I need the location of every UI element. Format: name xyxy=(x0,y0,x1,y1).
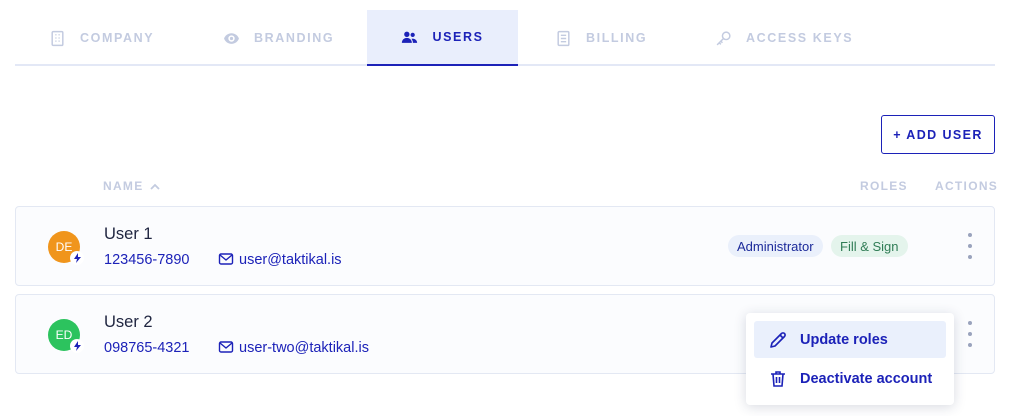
tab-label: ACCESS KEYS xyxy=(746,31,854,45)
dot-icon xyxy=(968,343,972,347)
user-email[interactable]: user-two@taktikal.is xyxy=(239,340,369,356)
dot-icon xyxy=(968,255,972,259)
building-icon xyxy=(51,30,64,46)
key-icon xyxy=(716,30,731,45)
update-roles-menu-item[interactable]: Update roles xyxy=(754,321,946,358)
bolt-icon xyxy=(70,339,84,353)
column-header-roles: ROLES xyxy=(860,179,908,193)
document-icon xyxy=(557,30,570,46)
user-phone[interactable]: 098765-4321 xyxy=(104,340,189,356)
deactivate-account-menu-item[interactable]: Deactivate account xyxy=(754,360,946,397)
pencil-icon xyxy=(770,331,786,348)
table-row: DE User 1 123456-7890 user@taktikal.is A… xyxy=(15,206,995,286)
actions-menu: Update roles Deactivate account xyxy=(746,313,954,405)
tab-branding[interactable]: BRANDING xyxy=(223,10,334,66)
role-badge-fill-sign: Fill & Sign xyxy=(831,235,908,257)
column-header-name[interactable]: NAME xyxy=(103,179,160,193)
dot-icon xyxy=(968,332,972,336)
column-header-name-label: NAME xyxy=(103,179,144,193)
tab-users[interactable]: USERS xyxy=(367,10,518,66)
user-name: User 1 xyxy=(104,225,153,243)
dot-icon xyxy=(968,233,972,237)
mail-icon xyxy=(218,253,234,265)
dot-icon xyxy=(968,321,972,325)
chevron-up-icon xyxy=(149,183,160,190)
dot-icon xyxy=(968,244,972,248)
column-header-actions: ACTIONS xyxy=(935,179,999,193)
user-name: User 2 xyxy=(104,313,153,331)
users-icon xyxy=(402,31,418,43)
mail-icon xyxy=(218,341,234,353)
trash-icon xyxy=(771,370,785,387)
role-badge-administrator: Administrator xyxy=(728,235,823,257)
more-actions-button[interactable] xyxy=(962,231,978,261)
tab-label: COMPANY xyxy=(80,31,155,45)
user-phone[interactable]: 123456-7890 xyxy=(104,252,189,268)
tab-label: BRANDING xyxy=(254,31,335,45)
more-actions-button[interactable] xyxy=(962,319,978,349)
menu-item-label: Deactivate account xyxy=(800,370,933,387)
tab-company[interactable]: COMPANY xyxy=(49,10,154,66)
eye-icon xyxy=(224,32,239,44)
settings-tabs: COMPANY BRANDING USERS BILLING ACCESS KE… xyxy=(15,10,995,66)
menu-item-label: Update roles xyxy=(800,331,888,348)
user-email[interactable]: user@taktikal.is xyxy=(239,252,342,268)
tab-access-keys[interactable]: ACCESS KEYS xyxy=(715,10,853,66)
tab-label: USERS xyxy=(432,30,484,44)
tab-label: BILLING xyxy=(586,31,648,45)
bolt-icon xyxy=(70,251,84,265)
tab-billing[interactable]: BILLING xyxy=(555,10,647,66)
add-user-button[interactable]: + ADD USER xyxy=(881,115,995,154)
